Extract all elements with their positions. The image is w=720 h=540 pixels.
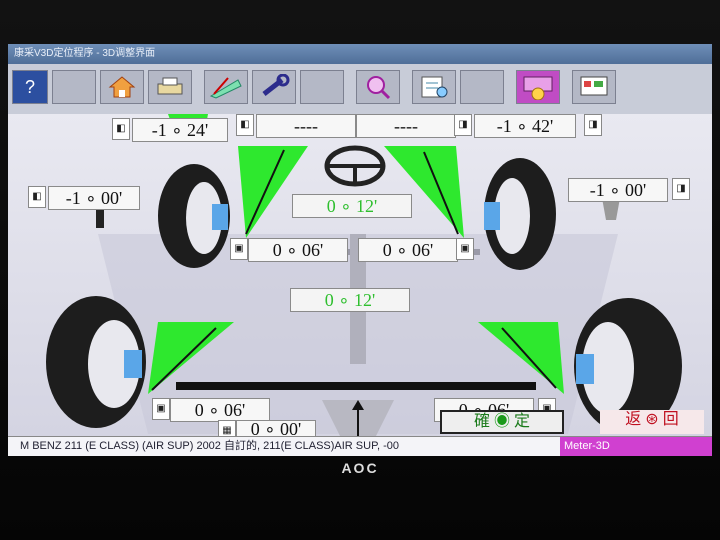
- print-button[interactable]: [148, 70, 192, 104]
- wheel-icon: ◨: [454, 114, 472, 136]
- back-button[interactable]: 返 ⊛ 回: [600, 410, 704, 434]
- back-icon: ⊛: [645, 411, 663, 428]
- magnifier-icon: [367, 76, 391, 100]
- front-left-toe: 0 ∘ 06': [248, 238, 348, 262]
- confirm-button[interactable]: 確 ◉ 定: [440, 410, 564, 434]
- front-left-camber: -1 ∘ 24': [132, 118, 228, 142]
- front-left-wheel: [158, 164, 230, 268]
- monitor-button[interactable]: [572, 70, 616, 104]
- toolbar: ?: [8, 64, 712, 115]
- home-button[interactable]: [100, 70, 144, 104]
- front-right-wheel: [484, 158, 556, 270]
- document-icon: [421, 76, 448, 98]
- status-bar: M BENZ 211 (E CLASS) (AIR SUP) 2002 自訂的,…: [8, 436, 712, 456]
- rear-right-camber: -1 ∘ 00': [568, 178, 668, 202]
- wheel-icon: ◨: [672, 178, 690, 200]
- protractor-icon: [209, 77, 242, 99]
- rear-left-camber: -1 ∘ 00': [48, 186, 140, 210]
- display-button[interactable]: [516, 70, 560, 104]
- confirm-icon: ◉: [493, 413, 514, 430]
- window-title: 康采V3D定位程序 - 3D调整界面: [8, 44, 712, 64]
- front-left-caster: ----: [256, 114, 356, 138]
- rear-total-toe: 0 ∘ 12': [290, 288, 410, 312]
- wrench-button[interactable]: [252, 70, 296, 104]
- home-icon: [108, 76, 136, 98]
- wheel-icon: ◧: [28, 186, 46, 208]
- app-mode: Meter-3D: [560, 437, 712, 456]
- blank-button-3[interactable]: [460, 70, 504, 104]
- front-right-camber: -1 ∘ 42': [474, 114, 576, 138]
- screen-icon: [580, 76, 608, 96]
- wheel-icon: ◨: [584, 114, 602, 136]
- zoom-button[interactable]: [356, 70, 400, 104]
- steering-wheel-icon: [324, 145, 386, 187]
- front-total-toe: 0 ∘ 12': [292, 194, 412, 218]
- hand-pointer-icon: [523, 76, 553, 100]
- help-button[interactable]: ?: [12, 70, 48, 104]
- monitor-bezel: 康采V3D定位程序 - 3D调整界面 ? ◧ -1 ∘ 24' ◧ ---- -…: [0, 0, 720, 540]
- blank-button-1[interactable]: [52, 70, 96, 104]
- front-right-toe: 0 ∘ 06': [358, 238, 458, 262]
- printer-icon: [157, 77, 183, 95]
- angle-gauge-button[interactable]: [204, 70, 248, 104]
- wheel-icon: ◧: [112, 118, 130, 140]
- blank-button-2[interactable]: [300, 70, 344, 104]
- monitor-logo: AOC: [341, 460, 379, 476]
- vehicle-info: M BENZ 211 (E CLASS) (AIR SUP) 2002 自訂的,…: [20, 440, 400, 452]
- report-button[interactable]: [412, 70, 456, 104]
- help-icon: ?: [24, 76, 35, 97]
- rear-left-wheel: [46, 296, 146, 428]
- alignment-diagram: [46, 114, 682, 436]
- toe-icon: ▣: [456, 238, 474, 260]
- front-right-caster: ----: [356, 114, 456, 138]
- app-screen: 康采V3D定位程序 - 3D调整界面 ? ◧ -1 ∘ 24' ◧ ---- -…: [8, 44, 712, 456]
- toe-icon: ▣: [230, 238, 248, 260]
- toe-icon: ▣: [152, 398, 170, 420]
- alignment-canvas: ◧ -1 ∘ 24' ◧ ---- ---- ◨ -1 ∘ 42' ◨ ◧ -1…: [8, 114, 712, 442]
- wrench-icon: [262, 74, 290, 96]
- wheel-icon: ◧: [236, 114, 254, 136]
